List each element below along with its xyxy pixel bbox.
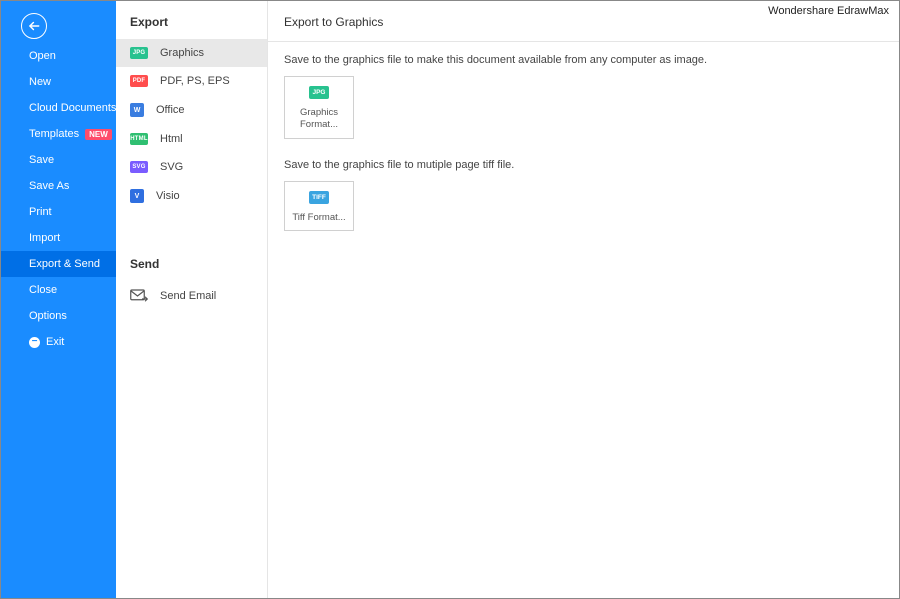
sidebar-item-cloud-documents[interactable]: Cloud Documents <box>1 95 116 121</box>
back-button[interactable] <box>21 13 47 39</box>
format-item-label: SVG <box>160 161 183 173</box>
sidebar-item-label: Save As <box>29 180 69 192</box>
sidebar-item-exit[interactable]: −Exit <box>1 329 116 355</box>
sidebar-item-label: Export & Send <box>29 258 100 270</box>
send-email-label: Send Email <box>160 290 216 302</box>
format-item-graphics[interactable]: JPG Graphics <box>116 39 267 67</box>
jpg-icon: JPG <box>130 47 148 59</box>
arrow-left-icon <box>27 19 41 33</box>
sidebar-item-open[interactable]: Open <box>1 43 116 69</box>
sidebar-item-label: Exit <box>46 336 64 348</box>
format-item-office[interactable]: W Office <box>116 95 267 125</box>
format-item-label: Graphics <box>160 47 204 59</box>
send-email-icon <box>130 289 148 303</box>
sidebar-item-label: Open <box>29 50 56 62</box>
sidebar-item-new[interactable]: New <box>1 69 116 95</box>
format-item-html[interactable]: HTML Html <box>116 125 267 153</box>
sidebar-item-export-send[interactable]: Export & Send <box>1 251 116 277</box>
detail-content: Save to the graphics file to make this d… <box>268 42 899 263</box>
sidebar-item-label: Import <box>29 232 60 244</box>
sidebar-item-label: Cloud Documents <box>29 102 116 114</box>
send-section-title: Send <box>116 243 267 281</box>
tiff-format-tile[interactable]: TIFF Tiff Format... <box>284 181 354 231</box>
format-item-label: PDF, PS, EPS <box>160 75 230 87</box>
format-item-label: Visio <box>156 190 180 202</box>
send-email-item[interactable]: Send Email <box>116 281 267 311</box>
export-detail-panel: Wondershare EdrawMax Export to Graphics … <box>268 1 899 598</box>
svg-icon: SVG <box>130 161 148 173</box>
sidebar-item-import[interactable]: Import <box>1 225 116 251</box>
format-item-label: Office <box>156 104 185 116</box>
tiff-icon: TIFF <box>309 191 329 204</box>
format-item-label: Html <box>160 133 183 145</box>
sidebar-item-save[interactable]: Save <box>1 147 116 173</box>
sidebar-item-label: Save <box>29 154 54 166</box>
file-menu-sidebar: Open New Cloud Documents Templates NEW Save Sa… <box>1 1 116 598</box>
sidebar-item-label: Print <box>29 206 52 218</box>
sidebar-item-label: Templates <box>29 128 79 140</box>
tiff-tile-label: Tiff Format... <box>289 212 349 224</box>
pdf-icon: PDF <box>130 75 148 87</box>
tiff-description: Save to the graphics file to mutiple pag… <box>284 159 883 171</box>
v-icon: V <box>130 189 144 203</box>
export-categories-panel: Export JPG Graphics PDF PDF, PS, EPS W Office… <box>116 1 268 598</box>
format-item-pdf-ps-eps[interactable]: PDF PDF, PS, EPS <box>116 67 267 95</box>
jpg-icon: JPG <box>309 86 329 99</box>
graphics-description: Save to the graphics file to make this d… <box>284 54 883 66</box>
graphics-format-tile[interactable]: JPG Graphics Format... <box>284 76 354 139</box>
new-badge: NEW <box>85 129 112 140</box>
sidebar-item-print[interactable]: Print <box>1 199 116 225</box>
sidebar-item-templates[interactable]: Templates NEW <box>1 121 116 147</box>
graphics-tile-label: Graphics Format... <box>289 107 349 132</box>
sidebar-item-save-as[interactable]: Save As <box>1 173 116 199</box>
sidebar-item-label: Options <box>29 310 67 322</box>
app-title: Wondershare EdrawMax <box>768 5 889 17</box>
w-icon: W <box>130 103 144 117</box>
exit-icon: − <box>29 337 40 348</box>
sidebar-item-label: Close <box>29 284 57 296</box>
sidebar-item-close[interactable]: Close <box>1 277 116 303</box>
export-section-title: Export <box>116 1 267 39</box>
format-item-svg[interactable]: SVG SVG <box>116 153 267 181</box>
format-item-visio[interactable]: V Visio <box>116 181 267 211</box>
html-icon: HTML <box>130 133 148 145</box>
sidebar-item-label: New <box>29 76 51 88</box>
sidebar-item-options[interactable]: Options <box>1 303 116 329</box>
